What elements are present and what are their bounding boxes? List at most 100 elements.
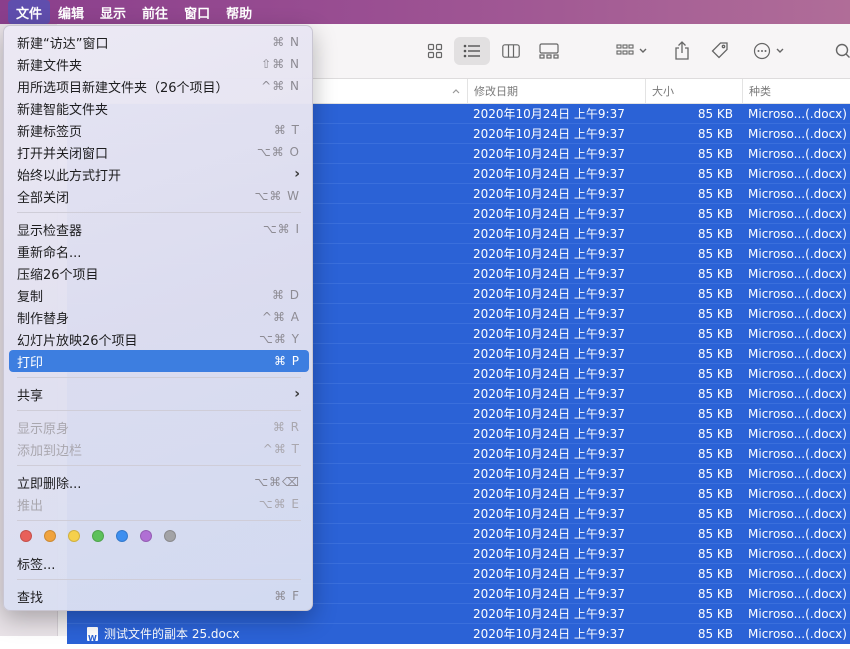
tag-purple[interactable] <box>140 530 152 542</box>
menubar-view[interactable]: 显示 <box>92 0 134 24</box>
menu-item-label: 重新命名... <box>17 245 82 261</box>
menubar-go[interactable]: 前往 <box>134 0 176 24</box>
size-cell: 85 KB <box>697 247 733 261</box>
size-cell: 85 KB <box>697 467 733 481</box>
menu-item-new-folder-with-selection[interactable]: 用所选项目新建文件夹（26个项目） ^⌘ N <box>9 75 309 97</box>
date-cell: 2020年10月24日 上午9:37 <box>473 287 625 301</box>
menu-item-make-alias[interactable]: 制作替身 ^⌘ A <box>9 306 309 328</box>
kind-cell: Microso...(.docx) <box>748 387 847 401</box>
tag-red[interactable] <box>20 530 32 542</box>
menu-item-shortcut: ⌘ T <box>273 123 300 137</box>
list-icon <box>463 44 480 58</box>
tag-button[interactable] <box>707 37 733 65</box>
file-menu: 新建“访达”窗口 ⌘ N 新建文件夹 ⇧⌘ N 用所选项目新建文件夹（26个项目） ^… <box>3 25 313 611</box>
ellipsis-circle-icon <box>753 42 771 60</box>
size-cell: 85 KB <box>697 207 733 221</box>
group-icon <box>616 44 634 55</box>
tag-gray[interactable] <box>164 530 176 542</box>
menu-item-rename[interactable]: 重新命名... <box>9 240 309 262</box>
date-cell: 2020年10月24日 上午9:37 <box>473 187 625 201</box>
date-cell: 2020年10月24日 上午9:37 <box>473 327 625 341</box>
menu-item-close-all[interactable]: 全部关闭 ⌥⌘ W <box>9 185 309 207</box>
date-cell: 2020年10月24日 上午9:37 <box>473 387 625 401</box>
menubar-window[interactable]: 窗口 <box>176 0 218 24</box>
menu-item-duplicate[interactable]: 复制 ⌘ D <box>9 284 309 306</box>
kind-column-header[interactable]: 种类 <box>742 79 850 103</box>
menubar-edit[interactable]: 编辑 <box>50 0 92 24</box>
menu-item-label: 新建标签页 <box>17 124 83 140</box>
menu-item-label: 标签... <box>17 557 56 573</box>
tag-icon <box>711 42 728 59</box>
menu-item-show-inspector[interactable]: 显示检查器 ⌥⌘ I <box>9 218 309 240</box>
size-cell: 85 KB <box>697 387 733 401</box>
size-cell: 85 KB <box>697 127 733 141</box>
menu-item-shortcut: ⌘ P <box>273 354 300 368</box>
size-column-header[interactable]: 大小 <box>645 79 742 103</box>
date-cell: 2020年10月24日 上午9:37 <box>473 347 625 361</box>
kind-cell: Microso...(.docx) <box>748 307 847 321</box>
menu-item-label: 用所选项目新建文件夹（26个项目） <box>17 80 229 96</box>
menu-item-label: 打印 <box>17 355 44 371</box>
menu-item-new-folder[interactable]: 新建文件夹 ⇧⌘ N <box>9 53 309 75</box>
menu-item-label: 新建文件夹 <box>17 58 83 74</box>
date-cell: 2020年10月24日 上午9:37 <box>473 587 625 601</box>
size-cell: 85 KB <box>697 327 733 341</box>
tag-green[interactable] <box>92 530 104 542</box>
kind-cell: Microso...(.docx) <box>748 487 847 501</box>
size-cell: 85 KB <box>697 547 733 561</box>
menu-item-open-and-close[interactable]: 打开并关闭窗口 ⌥⌘ O <box>9 141 309 163</box>
menu-item-find[interactable]: 查找 ⌘ F <box>9 585 309 607</box>
kind-cell: Microso...(.docx) <box>748 247 847 261</box>
menu-item-compress[interactable]: 压缩26个项目 <box>9 262 309 284</box>
date-cell: 2020年10月24日 上午9:37 <box>473 107 625 121</box>
gallery-view-button[interactable] <box>535 37 563 65</box>
tag-yellow[interactable] <box>68 530 80 542</box>
menu-item-always-open-with[interactable]: 始终以此方式打开 › <box>9 163 309 185</box>
menu-separator <box>17 410 301 411</box>
size-cell: 85 KB <box>697 567 733 581</box>
menu-item-label: 打开并关闭窗口 <box>17 146 109 162</box>
size-cell: 85 KB <box>697 287 733 301</box>
tag-blue[interactable] <box>116 530 128 542</box>
menu-item-delete-immediately[interactable]: 立即删除... ⌥⌘⌫ <box>9 471 309 493</box>
group-button[interactable] <box>612 37 652 65</box>
table-row[interactable]: 测试文件的副本 25.docx 2020年10月24日 上午9:37 85 KB M… <box>67 624 850 649</box>
menu-item-label: 始终以此方式打开 <box>17 168 122 184</box>
file-name: 测试文件的副本 25.docx <box>104 627 240 641</box>
kind-cell: Microso...(.docx) <box>748 367 847 381</box>
search-button[interactable] <box>833 37 850 65</box>
menu-item-slideshow[interactable]: 幻灯片放映26个项目 ⌥⌘ Y <box>9 328 309 350</box>
action-button[interactable] <box>747 37 791 65</box>
tag-color-row <box>20 530 176 542</box>
share-button[interactable] <box>669 37 695 65</box>
menu-item-share[interactable]: 共享 › <box>9 383 309 405</box>
date-cell: 2020年10月24日 上午9:37 <box>473 567 625 581</box>
kind-cell: Microso...(.docx) <box>748 187 847 201</box>
size-cell: 85 KB <box>697 587 733 601</box>
menubar-file[interactable]: 文件 <box>8 0 51 24</box>
menu-item-new-smart-folder[interactable]: 新建智能文件夹 <box>9 97 309 119</box>
menu-item-new-finder-window[interactable]: 新建“访达”窗口 ⌘ N <box>9 31 309 53</box>
menu-item-label: 新建“访达”窗口 <box>17 36 109 52</box>
list-view-button[interactable] <box>454 37 490 65</box>
menubar-help[interactable]: 帮助 <box>218 0 260 24</box>
date-cell: 2020年10月24日 上午9:37 <box>473 307 625 321</box>
size-cell: 85 KB <box>697 447 733 461</box>
menu-item-label: 添加到边栏 <box>17 443 83 459</box>
icon-view-button[interactable] <box>421 37 449 65</box>
menu-item-new-tab[interactable]: 新建标签页 ⌘ T <box>9 119 309 141</box>
menu-item-label: 查找 <box>17 590 44 606</box>
kind-cell: Microso...(.docx) <box>748 607 847 621</box>
menu-item-label: 推出 <box>17 498 44 514</box>
tag-orange[interactable] <box>44 530 56 542</box>
menu-item-print[interactable]: 打印 ⌘ P <box>9 350 309 372</box>
size-cell: 85 KB <box>697 227 733 241</box>
menu-item-tags[interactable]: 标签... <box>9 552 309 574</box>
date-column-header[interactable]: 修改日期 <box>467 79 645 103</box>
menu-item-shortcut: ⌥⌘ Y <box>259 332 300 346</box>
size-cell: 85 KB <box>697 147 733 161</box>
date-cell: 2020年10月24日 上午9:37 <box>473 147 625 161</box>
menu-item-label: 共享 <box>17 388 44 404</box>
date-cell: 2020年10月24日 上午9:37 <box>473 607 625 621</box>
column-view-button[interactable] <box>497 37 525 65</box>
